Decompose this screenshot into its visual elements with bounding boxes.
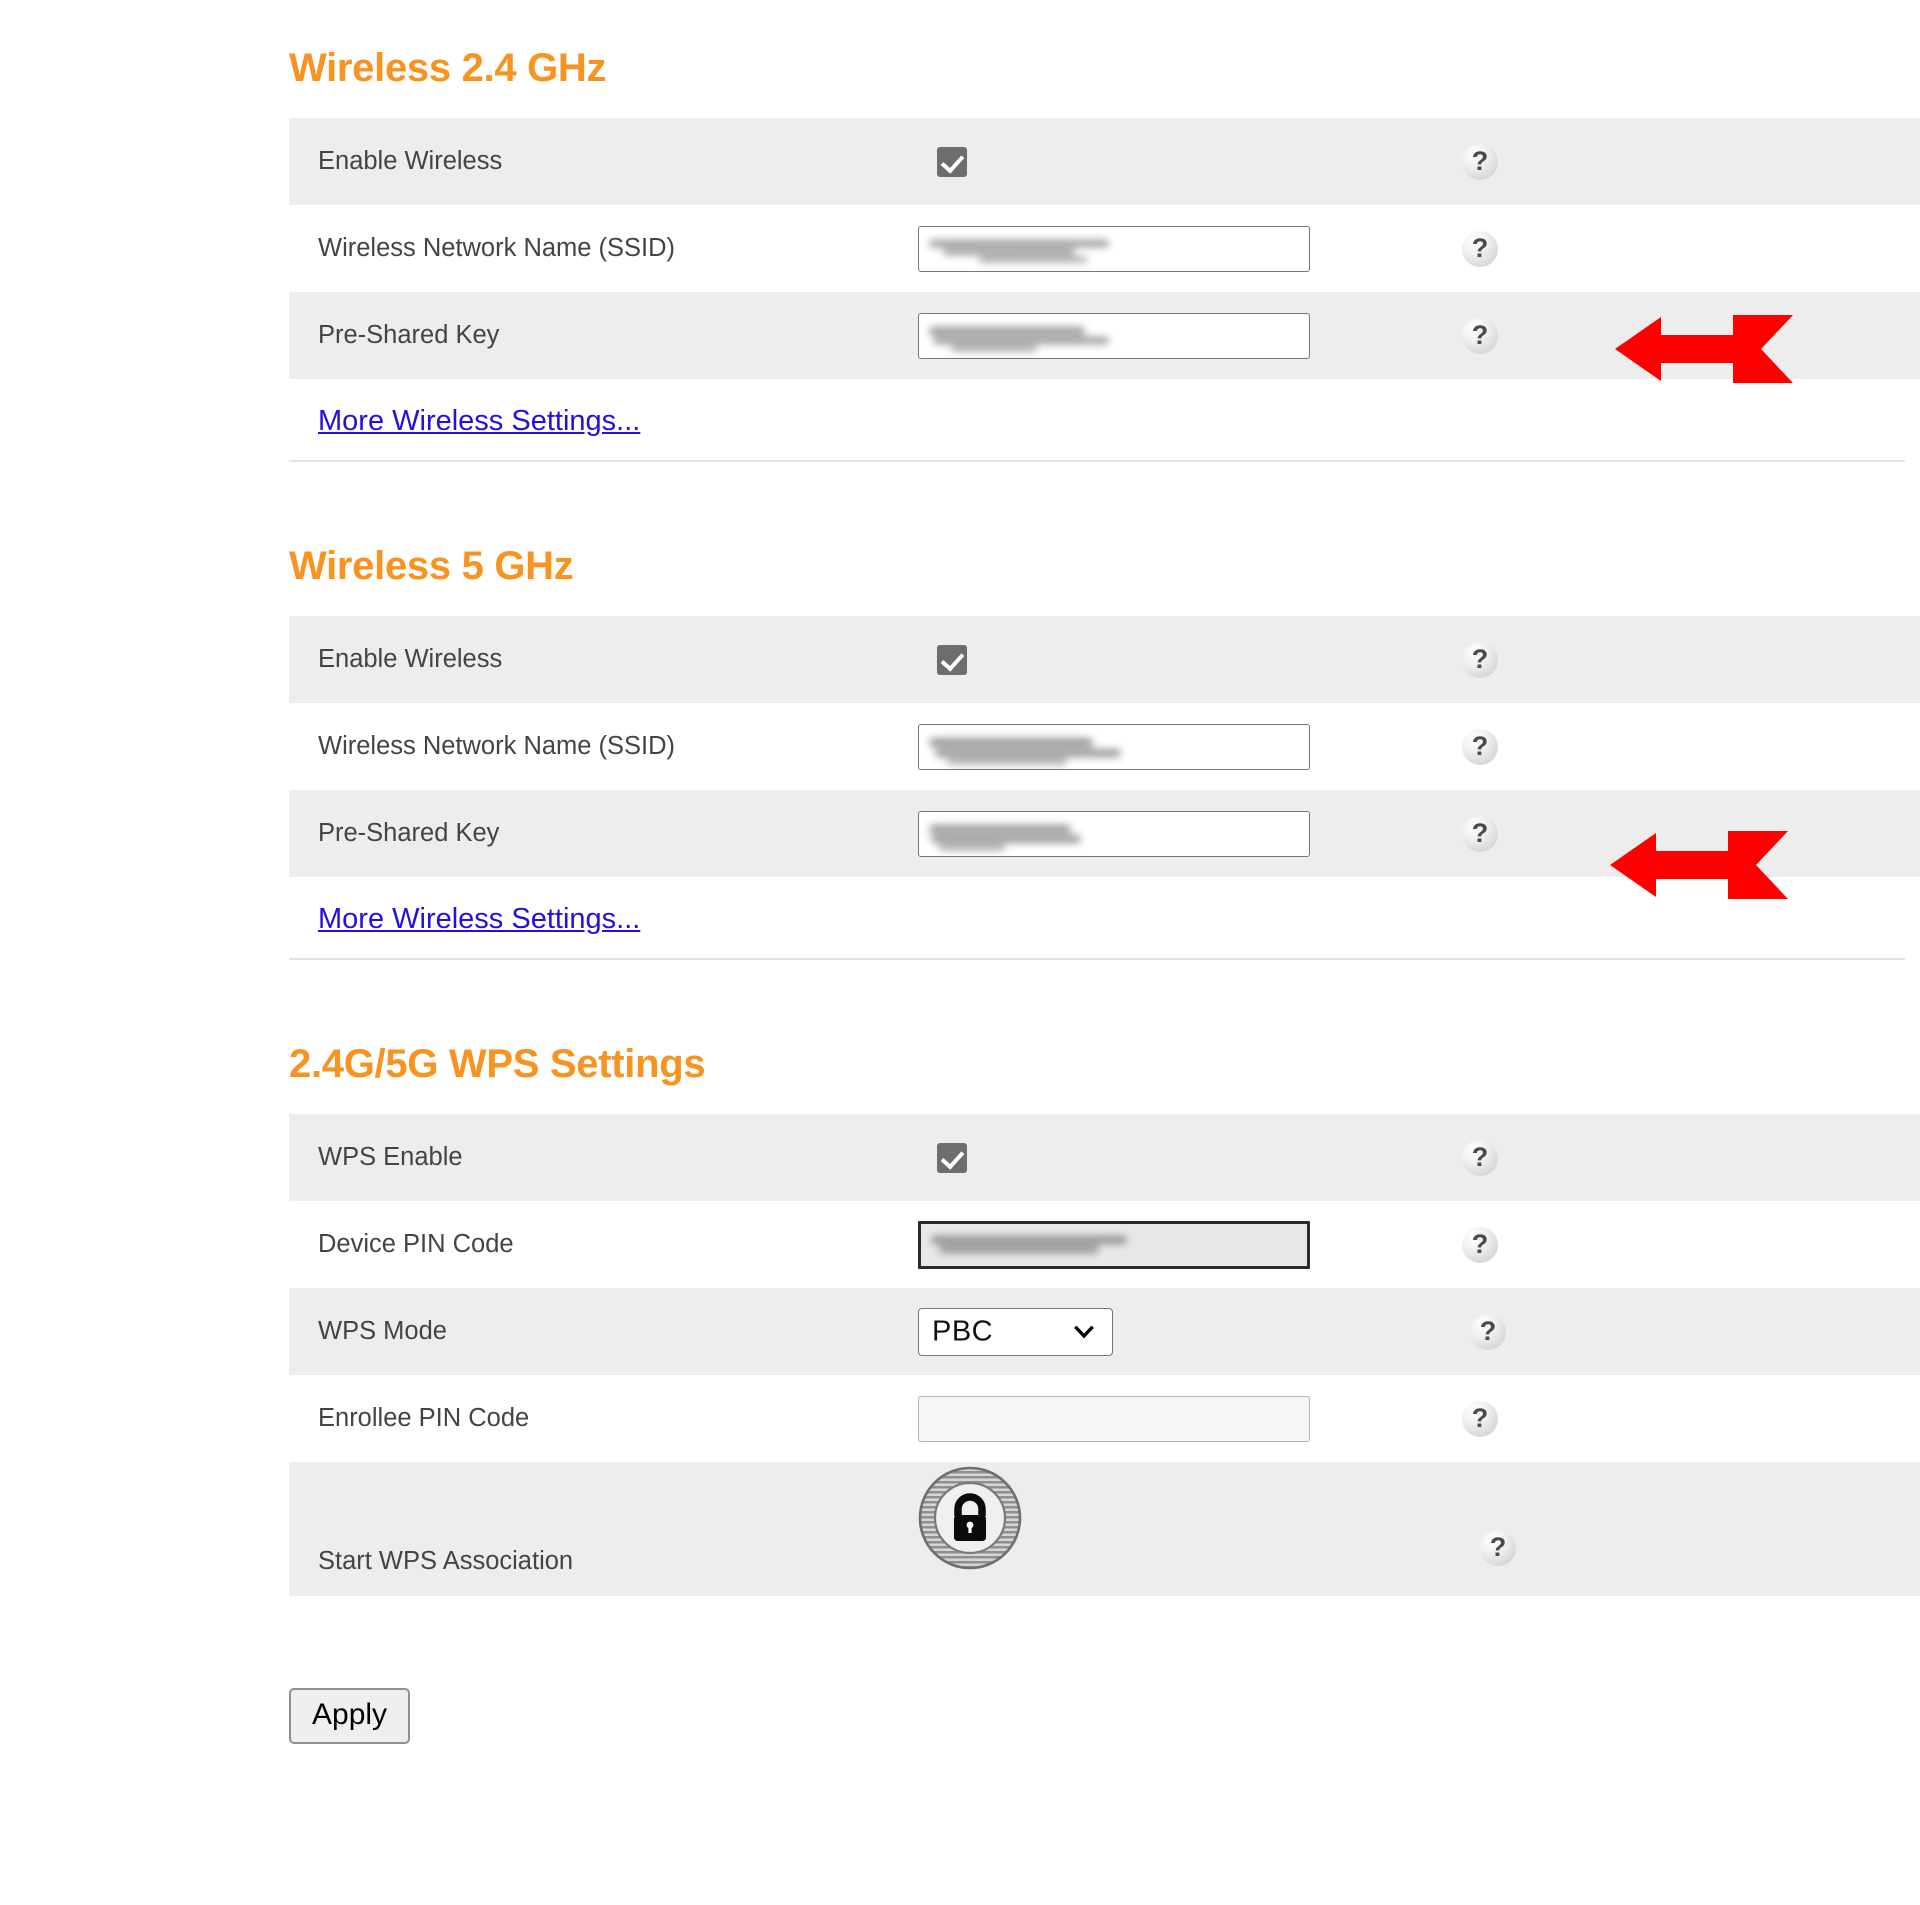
- row-control: [918, 118, 1438, 205]
- wps-settings-table: WPS Enable Device PIN Code WPS Mode: [289, 1114, 1920, 1596]
- left-arrow-annotation: [1610, 831, 1788, 899]
- row-label: WPS Enable: [318, 1143, 463, 1171]
- row-label: Enrollee PIN Code: [318, 1404, 530, 1432]
- redacted-value: [929, 823, 1081, 850]
- help-icon[interactable]: [1470, 1313, 1506, 1350]
- row-label: Enable Wireless: [318, 645, 503, 673]
- row-help: [1438, 1462, 1558, 1596]
- row-label: WPS Mode: [318, 1317, 447, 1345]
- redacted-value: [931, 1234, 1127, 1256]
- enable-wireless-24-checkbox[interactable]: [937, 146, 967, 177]
- row-annotation-slot: [1558, 118, 1920, 205]
- enable-wireless-5-checkbox[interactable]: [937, 644, 967, 675]
- more-wireless-settings-5-link[interactable]: More Wireless Settings...: [289, 903, 640, 936]
- table-row: Wireless Network Name (SSID): [289, 703, 1920, 790]
- row-label: Device PIN Code: [318, 1230, 514, 1258]
- row-control: [918, 292, 1438, 379]
- section-title-wps: 2.4G/5G WPS Settings: [289, 1042, 706, 1086]
- row-label: Wireless Network Name (SSID): [318, 234, 676, 262]
- row-annotation-slot: [1558, 1288, 1920, 1375]
- redacted-value: [929, 736, 1121, 764]
- help-icon[interactable]: [1462, 815, 1498, 852]
- help-icon[interactable]: [1462, 728, 1498, 765]
- psk-5-input[interactable]: [918, 810, 1310, 857]
- table-row: Enrollee PIN Code: [289, 1375, 1920, 1462]
- enrollee-pin-code-input[interactable]: [918, 1395, 1310, 1442]
- router-wireless-settings-page: Wireless 2.4 GHz Enable Wireless Wireles…: [0, 0, 1920, 1905]
- help-icon[interactable]: [1462, 1400, 1498, 1437]
- wps-mode-value: PBC: [932, 1315, 994, 1347]
- row-annotation-slot: [1558, 616, 1920, 703]
- row-annotation-slot: [1558, 703, 1920, 790]
- row-annotation-slot: [1558, 1114, 1920, 1201]
- table-row: Device PIN Code: [289, 1201, 1920, 1288]
- help-icon[interactable]: [1462, 1226, 1498, 1263]
- help-icon[interactable]: [1480, 1530, 1516, 1566]
- wps-enable-checkbox[interactable]: [937, 1142, 967, 1173]
- table-row: Enable Wireless: [289, 118, 1920, 205]
- row-label: Wireless Network Name (SSID): [318, 732, 676, 760]
- row-control: [918, 1462, 1438, 1596]
- row-control: [918, 1375, 1438, 1462]
- row-label: Pre-Shared Key: [318, 321, 500, 349]
- section-title-wireless-24: Wireless 2.4 GHz: [289, 46, 607, 90]
- row-control: [918, 1201, 1438, 1288]
- row-control: PBC: [918, 1288, 1438, 1375]
- help-icon[interactable]: [1462, 641, 1498, 678]
- row-help: [1438, 1201, 1558, 1288]
- row-help: [1438, 292, 1558, 379]
- row-help: [1438, 790, 1558, 877]
- table-row: Wireless Network Name (SSID): [289, 205, 1920, 292]
- row-control: [918, 790, 1438, 877]
- psk-24-input[interactable]: [918, 312, 1310, 359]
- device-pin-code-input[interactable]: [918, 1220, 1310, 1269]
- ssid-24-input[interactable]: [918, 225, 1310, 272]
- row-help: [1438, 703, 1558, 790]
- more-wireless-settings-24-wrap: More Wireless Settings...: [289, 379, 1905, 462]
- table-row: Start WPS Association: [289, 1462, 1920, 1596]
- table-row: Enable Wireless: [289, 616, 1920, 703]
- redacted-value: [929, 238, 1109, 262]
- row-label: Pre-Shared Key: [318, 819, 500, 847]
- row-annotation-slot: [1558, 205, 1920, 292]
- start-wps-association-button[interactable]: [918, 1466, 1022, 1570]
- table-row: WPS Mode PBC: [289, 1288, 1920, 1375]
- redacted-value: [929, 325, 1109, 351]
- more-wireless-settings-24-link[interactable]: More Wireless Settings...: [289, 405, 640, 438]
- row-control: [918, 703, 1438, 790]
- row-help: [1438, 1375, 1558, 1462]
- row-help: [1438, 1114, 1558, 1201]
- help-icon[interactable]: [1462, 317, 1498, 354]
- help-icon[interactable]: [1462, 1139, 1498, 1176]
- lock-icon: [918, 1466, 1022, 1570]
- help-icon[interactable]: [1462, 143, 1498, 180]
- row-control: [918, 205, 1438, 292]
- table-row: WPS Enable: [289, 1114, 1920, 1201]
- section-title-wireless-5: Wireless 5 GHz: [289, 544, 574, 588]
- ssid-5-input[interactable]: [918, 723, 1310, 770]
- row-annotation-slot: [1558, 1375, 1920, 1462]
- help-icon[interactable]: [1462, 230, 1498, 267]
- row-help: [1438, 1288, 1558, 1375]
- row-control: [918, 1114, 1438, 1201]
- row-help: [1438, 118, 1558, 205]
- row-help: [1438, 616, 1558, 703]
- row-label: Start WPS Association: [318, 1547, 574, 1575]
- footer-actions: Apply: [289, 1596, 1920, 1744]
- row-label: Enable Wireless: [318, 147, 503, 175]
- row-annotation-slot: [1558, 1201, 1920, 1288]
- apply-button[interactable]: Apply: [289, 1688, 411, 1744]
- row-annotation-slot: [1558, 1462, 1920, 1596]
- row-control: [918, 616, 1438, 703]
- chevron-down-icon: [1074, 1325, 1094, 1338]
- row-help: [1438, 205, 1558, 292]
- left-arrow-annotation: [1615, 315, 1793, 383]
- wps-mode-select[interactable]: PBC: [918, 1307, 1113, 1356]
